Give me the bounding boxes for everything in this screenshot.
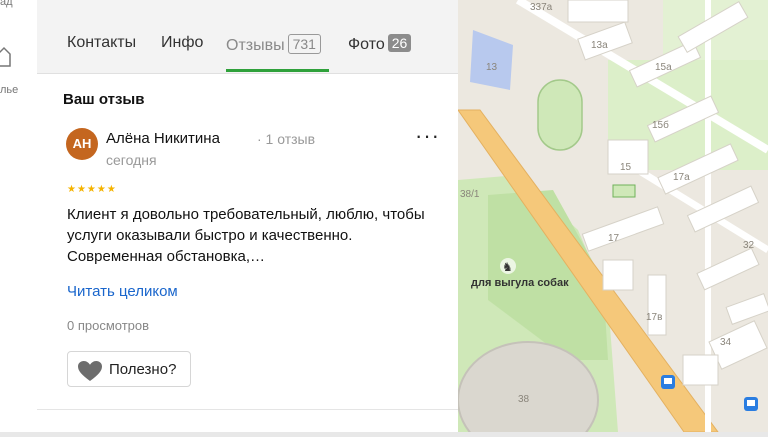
- dog-icon: ♞: [502, 260, 513, 274]
- building-label: 15: [620, 162, 632, 173]
- building-label: 17в: [646, 312, 662, 323]
- building-label: 17: [608, 233, 620, 244]
- views-count: 0 просмотров: [67, 318, 150, 333]
- read-more-link[interactable]: Читать целиком: [67, 283, 178, 300]
- tab-reviews[interactable]: Отзывы 731: [226, 34, 321, 55]
- building-label: 15а: [655, 62, 672, 73]
- more-options-button[interactable]: ···: [415, 125, 440, 147]
- bus-stop-icon[interactable]: [661, 375, 675, 389]
- map[interactable]: 337а 13а 13 15а 15б 15 17а 17 32 17в 34 …: [457, 0, 768, 437]
- reviews-count-badge: 731: [287, 34, 321, 54]
- divider: [37, 409, 458, 410]
- section-title: Ваш отзыв: [63, 91, 145, 108]
- poi-label: для выгула собак: [471, 277, 569, 289]
- building-label: 38: [518, 394, 530, 405]
- helpful-label: Полезно?: [109, 361, 177, 378]
- building-icon[interactable]: [0, 44, 12, 68]
- building-label: 13а: [591, 40, 608, 51]
- photos-count-badge: 26: [387, 34, 412, 52]
- tab-info[interactable]: Инфо: [161, 34, 203, 52]
- building-label: 17а: [673, 172, 690, 183]
- tab-photos[interactable]: Фото 26: [348, 34, 412, 54]
- organization-panel: Контакты Инфо Отзывы 731 Фото 26 Ваш отзыв…: [37, 0, 458, 432]
- building-label: 15б: [652, 119, 669, 131]
- review-text: Клиент я довольно требовательный, люблю,…: [67, 206, 425, 265]
- tab-contacts[interactable]: Контакты: [67, 34, 136, 52]
- author-name[interactable]: Алёна Никитина: [106, 130, 220, 147]
- bus-stop-icon[interactable]: [744, 397, 758, 411]
- rail-top-text: ад: [0, 0, 13, 8]
- avatar[interactable]: АН: [66, 128, 98, 160]
- rating-stars: ★★★★★: [67, 184, 117, 195]
- map-canvas[interactable]: 337а 13а 13 15а 15б 15 17а 17 32 17в 34 …: [457, 0, 768, 437]
- building-label: 38/1: [460, 189, 480, 200]
- helpful-button[interactable]: Полезно?: [67, 351, 191, 387]
- author-review-count: · 1 отзыв: [257, 131, 316, 147]
- review-date: сегодня: [106, 152, 157, 168]
- stadium-track: [537, 79, 583, 151]
- active-tab-indicator: [226, 69, 329, 72]
- rail-label: лье: [0, 84, 19, 96]
- building-label: 32: [743, 240, 755, 251]
- building-label: 34: [720, 337, 732, 348]
- tab-bar: Контакты Инфо Отзывы 731 Фото 26: [37, 0, 458, 74]
- building-label: 13: [486, 62, 498, 73]
- building-label: 337а: [530, 2, 553, 13]
- heart-icon: [78, 361, 102, 381]
- left-rail: ад лье: [0, 0, 38, 432]
